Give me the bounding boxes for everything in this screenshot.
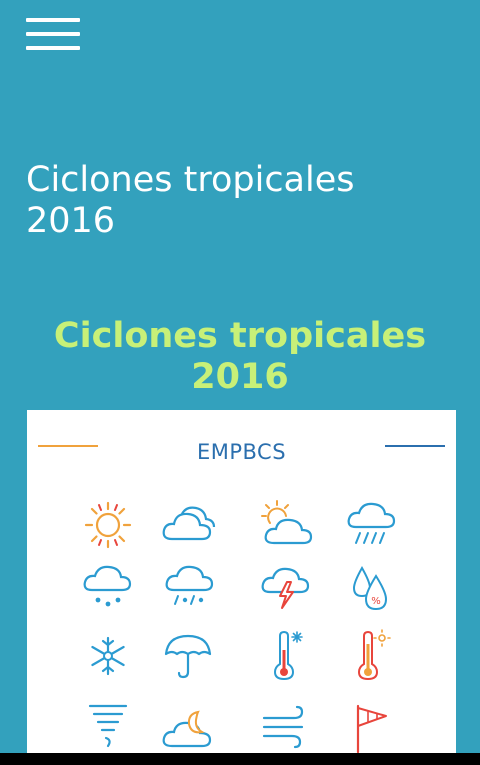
menu-bar [26,32,80,36]
page-title-line2: 2016 [26,201,116,241]
system-nav-bar [0,753,480,765]
thermometer-cold-icon [256,628,316,684]
tornado-icon [78,698,138,753]
svg-text:%: % [371,596,381,607]
page-title: Ciclones tropicales 2016 [26,160,446,242]
humidity-icon: % [340,560,400,616]
page-subtitle-line2: 2016 [191,357,289,397]
rain-cloud-icon [342,497,402,553]
page-subtitle: Ciclones tropicales 2016 [0,316,480,398]
windsock-icon [340,700,400,753]
page-subtitle-line1: Ciclones tropicales [53,316,427,356]
brand-label: EMPBCS [196,440,287,464]
cloudy-icon [158,497,218,553]
menu-bar [26,18,80,22]
hamburger-menu-icon[interactable] [26,16,82,52]
snow-cloud-icon [78,560,138,616]
page-title-line1: Ciclones tropicales [26,160,355,200]
snowflake-icon [78,628,138,684]
thermometer-hot-icon [340,628,400,684]
thunderstorm-icon [256,560,316,616]
partly-cloudy-icon [256,497,316,553]
menu-bar [26,46,80,50]
sleet-cloud-icon [160,560,220,616]
umbrella-icon [158,628,218,684]
weather-icons-image: EMPBCS % [27,410,456,753]
cloud-moon-icon [158,702,218,753]
wind-icon [256,700,316,753]
sun-icon [78,497,138,553]
